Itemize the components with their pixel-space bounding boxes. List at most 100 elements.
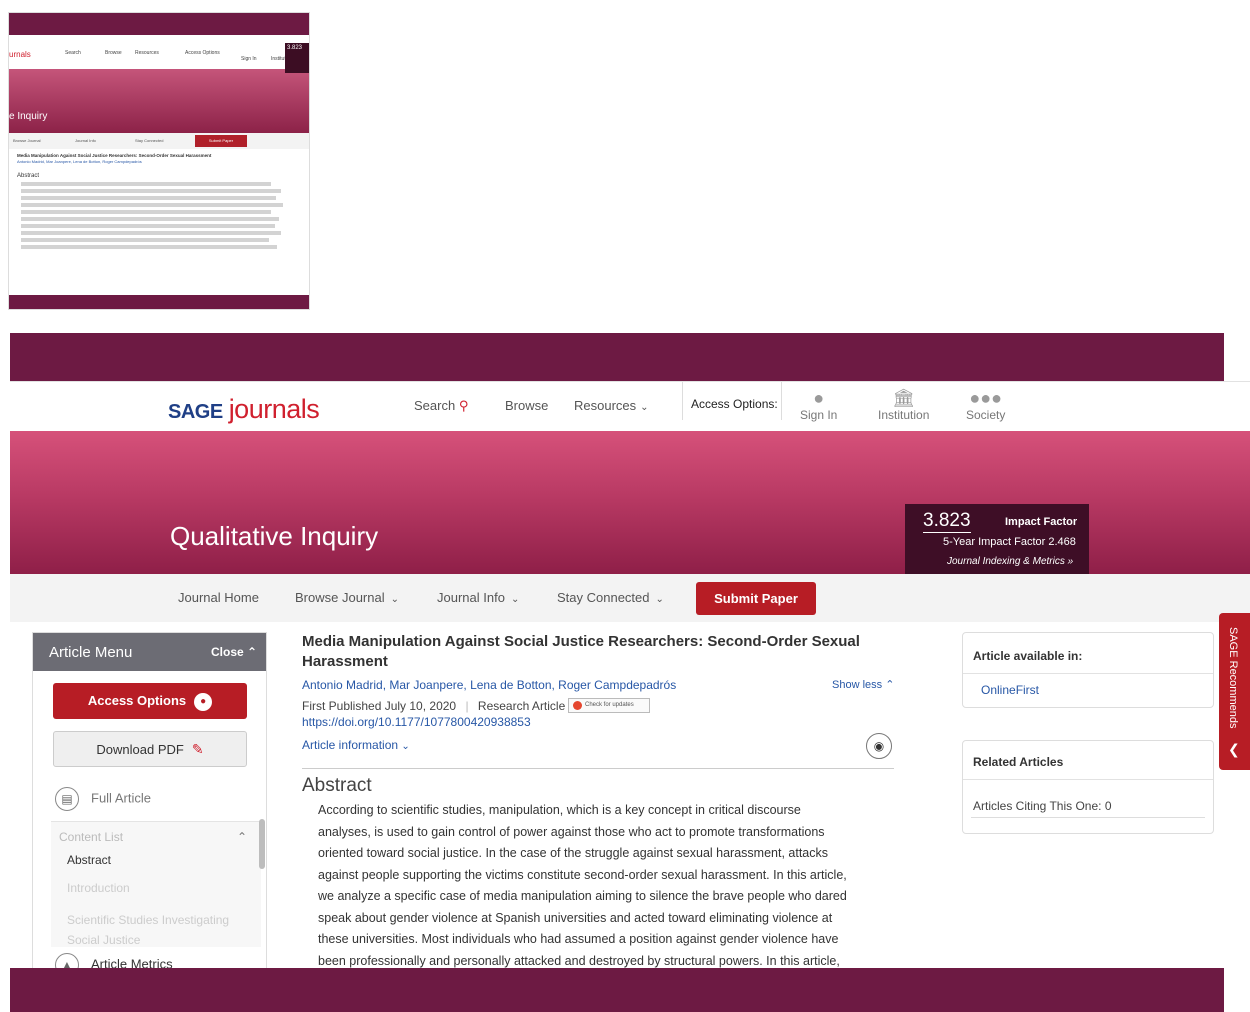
chevron-down-icon: ⌄ (390, 594, 399, 605)
nav-search[interactable]: Search ⚲ (414, 398, 468, 414)
thumb-subnav: Browse Journal Journal Info Stay Connect… (9, 133, 309, 149)
content-list-item[interactable]: Introduction (67, 878, 247, 898)
thumb-nav: urnals Search Browse Resources Access Op… (9, 35, 309, 69)
content-list: Content List ⌃ Abstract Introduction Sci… (51, 821, 261, 947)
sage-recommends-label: SAGE Recommends (1227, 627, 1239, 729)
article-available-panel: Article available in: OnlineFirst (962, 632, 1214, 708)
top-bar (10, 333, 1224, 381)
abstract-line: against people supporting the victims co… (318, 867, 847, 882)
institution-icon: 🏛 (892, 388, 916, 408)
content-list-scrollbar[interactable] (259, 819, 265, 869)
thumb-nav-item: Resources (135, 50, 159, 56)
article-doi-link[interactable]: https://doi.org/10.1177/1077800420938853 (302, 715, 531, 729)
impact-metrics-box: 3.823 Impact Factor 5-Year Impact Factor… (905, 504, 1089, 574)
sage-journals-logo[interactable]: SAGE journals (168, 394, 320, 425)
content-list-heading[interactable]: Content List (59, 830, 123, 844)
pdf-icon: ✎ (191, 741, 204, 757)
thumb-nav-item: Access Options (185, 50, 220, 56)
thumb-nav-item: Sign In (241, 56, 257, 62)
journal-home-link[interactable]: Journal Home (178, 590, 259, 605)
impact-factor-value: 3.823 (923, 510, 971, 533)
search-icon: ⚲ (458, 398, 469, 413)
show-less-toggle[interactable]: Show less ⌃ (832, 678, 894, 691)
article-menu: Article Menu Close ⌃ Access Options ● Dow… (32, 632, 267, 972)
article-menu-close[interactable]: Close ⌃ (211, 645, 257, 659)
browse-journal-menu[interactable]: Browse Journal ⌄ (295, 590, 399, 605)
sign-in-label: Sign In (800, 408, 838, 422)
nav-browse[interactable]: Browse (505, 398, 548, 413)
nav-resources-label: Resources (574, 398, 637, 413)
published-date: First Published July 10, 2020 (302, 699, 457, 713)
institution-label: Institution (878, 408, 930, 422)
show-less-label: Show less (832, 679, 883, 691)
article-title: Media Manipulation Against Social Justic… (302, 633, 860, 670)
journal-info-menu[interactable]: Journal Info ⌄ (437, 590, 519, 605)
content-list-item[interactable]: Abstract (67, 850, 247, 870)
close-label: Close (211, 645, 244, 659)
journal-subnav: Journal Home Browse Journal ⌄ Journal Inf… (10, 574, 1250, 622)
chevron-up-icon: ⌃ (885, 679, 895, 691)
society-link[interactable]: ●●● Society (966, 388, 1005, 422)
journal-banner: Qualitative Inquiry 3.823 Impact Factor … (10, 431, 1250, 574)
journal-title[interactable]: Qualitative Inquiry (170, 521, 378, 552)
divider (302, 768, 894, 769)
thumb-metric: 3.823 (285, 43, 309, 73)
chevron-left-icon: ❮ (1228, 741, 1240, 757)
online-first-link[interactable]: OnlineFirst (981, 683, 1039, 697)
thumb-submit: Submit Paper (195, 135, 247, 147)
submit-paper-button[interactable]: Submit Paper (696, 582, 816, 615)
article-authors[interactable]: Antonio Madrid, Mar Joanpere, Lena de Bo… (302, 678, 676, 692)
stay-connected-menu[interactable]: Stay Connected ⌄ (557, 590, 664, 605)
nav-search-label: Search (414, 398, 456, 413)
abstract-line: analyses, is used to gain control of pow… (318, 824, 825, 839)
chevron-up-icon: ⌃ (247, 645, 258, 659)
indexing-metrics-link[interactable]: Journal Indexing & Metrics » (947, 556, 1073, 567)
user-icon: ● (813, 388, 825, 408)
abstract-heading: Abstract (302, 775, 372, 796)
nav-resources[interactable]: Resources ⌄ (574, 398, 649, 413)
thumb-article: Media Manipulation Against Social Justic… (17, 153, 287, 249)
divider (971, 817, 1205, 818)
chevron-down-icon: ⌄ (401, 741, 410, 752)
article-type: Research Article (477, 699, 566, 713)
thumb-subnav-item: Stay Connected (135, 138, 164, 143)
institution-link[interactable]: 🏛 Institution (878, 388, 929, 422)
document-icon: ▤ (55, 787, 79, 811)
thumb-authors: Antonio Madrid, Mar Joanpere, Lena de Bo… (17, 159, 142, 164)
thumb-nav-item: Search (65, 50, 81, 56)
sage-recommends-tab[interactable]: SAGE Recommends ❮ (1219, 613, 1250, 770)
full-article-link[interactable]: ▤ Full Article (55, 787, 151, 811)
logo-brand: SAGE (168, 401, 223, 423)
thumb-journal-title: e Inquiry (9, 111, 48, 122)
abstract-line: oriented toward social justice. In the c… (318, 846, 828, 860)
lock-icon[interactable]: ◉ (866, 733, 892, 759)
article-information-toggle[interactable]: Article information ⌄ (302, 738, 410, 752)
divider (963, 779, 1213, 780)
chevron-down-icon: ⌄ (510, 594, 520, 605)
chevron-up-icon[interactable]: ⌃ (237, 830, 247, 844)
articles-citing-link[interactable]: Articles Citing This One: 0 (973, 799, 1112, 813)
content-list-item[interactable]: Scientific Studies Investigating Social … (67, 910, 247, 950)
download-pdf-button[interactable]: Download PDF ✎ (53, 731, 247, 767)
check-for-updates-badge[interactable]: Check for updates (568, 698, 650, 713)
sign-in-link[interactable]: ● Sign In (800, 388, 837, 422)
access-options-button[interactable]: Access Options ● (53, 683, 247, 719)
access-options-button-label: Access Options (87, 693, 187, 708)
related-articles-heading: Related Articles (973, 755, 1064, 769)
access-options-label: Access Options: (682, 382, 782, 420)
header-nav: SAGE journals Search ⚲ Browse Resources ⌄ … (10, 381, 1250, 431)
download-pdf-label: Download PDF (96, 742, 184, 757)
thumb-subnav-item: Browse Journal (13, 138, 41, 143)
stay-connected-label: Stay Connected (557, 590, 650, 605)
thumb-footer (9, 295, 309, 309)
bottom-bar (10, 968, 1224, 1012)
thumb-logo: urnals (9, 50, 31, 59)
article-menu-title: Article Menu (49, 644, 133, 661)
article-published: First Published July 10, 2020 | Research… (302, 699, 566, 713)
divider (963, 673, 1213, 674)
page-thumbnail: urnals Search Browse Resources Access Op… (8, 12, 310, 310)
related-articles-panel: Related Articles Articles Citing This On… (962, 740, 1214, 834)
journal-info-label: Journal Info (437, 590, 505, 605)
article-menu-header: Article Menu Close ⌃ (33, 633, 266, 671)
thumb-abstract-heading: Abstract (17, 173, 40, 179)
